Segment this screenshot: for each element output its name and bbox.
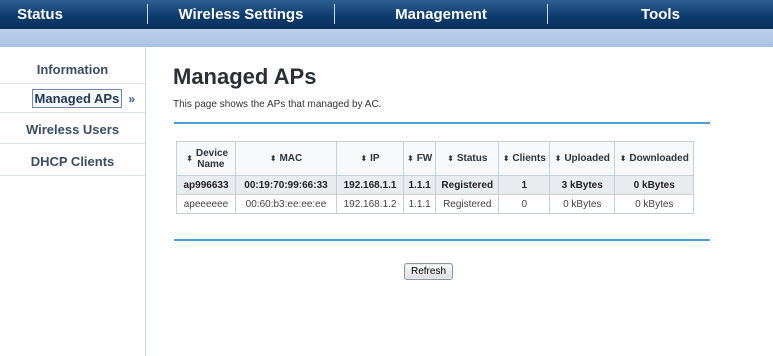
cell-device-name: apeeeeee [176, 194, 236, 214]
column-header-status[interactable]: ⬍ Status [435, 141, 500, 176]
sidebar-item-managed-aps[interactable]: Managed APs » [0, 85, 145, 113]
column-header-label: Device Name [195, 147, 229, 170]
section-divider [174, 239, 710, 241]
column-header-fw[interactable]: ⬍ FW [402, 141, 437, 176]
column-header-label: MAC [279, 153, 303, 164]
tab-management[interactable]: Management [335, 0, 547, 28]
sidebar-item-dhcp-clients[interactable]: DHCP Clients [0, 147, 145, 176]
column-header-device-name[interactable]: ⬍Device Name [176, 141, 236, 176]
cell-clients: 0 [498, 194, 551, 214]
tab-tools[interactable]: Tools [548, 0, 773, 28]
sidebar-item-information[interactable]: Information [0, 55, 145, 84]
cell-uploaded: 0 kBytes [549, 194, 616, 214]
page-title: Managed APs [173, 64, 317, 89]
column-header-ip[interactable]: ⬍ IP [336, 141, 404, 176]
cell-ip: 192.168.1.2 [336, 194, 404, 214]
cell-downloaded: 0 kBytes [614, 194, 695, 214]
sort-icon: ⬍ [502, 154, 510, 163]
sort-icon: ⬍ [619, 154, 627, 163]
sort-icon: ⬍ [554, 154, 562, 163]
column-header-downloaded[interactable]: ⬍ Downloaded [614, 141, 695, 176]
refresh-button[interactable]: Refresh [404, 263, 454, 280]
sort-icon: ⬍ [186, 154, 193, 164]
main-content: Managed APs This page shows the APs that… [146, 47, 773, 356]
sidebar-item-wireless-users[interactable]: Wireless Users [0, 115, 145, 144]
sort-icon: ⬍ [360, 154, 368, 163]
cell-fw: 1.1.1 [402, 194, 437, 214]
cell-clients: 1 [498, 175, 551, 195]
sidebar-item-label: DHCP Clients [30, 153, 115, 169]
top-navigation: Status Wireless Settings Management Tool… [0, 0, 773, 29]
sort-icon: ⬍ [407, 154, 414, 163]
column-header-mac[interactable]: ⬍ MAC [235, 141, 337, 176]
cell-downloaded: 0 kBytes [614, 175, 695, 195]
column-header-clients[interactable]: ⬍ Clients [498, 141, 551, 176]
cell-uploaded: 3 kBytes [549, 175, 616, 195]
sort-icon: ⬍ [269, 154, 277, 163]
column-header-uploaded[interactable]: ⬍ Uploaded [549, 141, 616, 176]
tab-status[interactable]: Status [0, 0, 80, 28]
column-header-label: Status [456, 153, 488, 164]
cell-mac: 00:60:b3:ee:ee:ee [235, 194, 337, 214]
sidebar-item-label: Information [36, 61, 109, 77]
cell-mac: 00:19:70:99:66:33 [235, 175, 337, 195]
section-divider [174, 122, 710, 124]
tab-wireless-settings[interactable]: Wireless Settings [148, 0, 334, 28]
column-header-label: Uploaded [564, 153, 610, 164]
double-chevron-right-icon: » [128, 91, 135, 106]
sidebar: Information Managed APs » Wireless Users… [0, 47, 146, 356]
table-row[interactable]: apeeeeee 00:60:b3:ee:ee:ee 192.168.1.2 1… [176, 194, 695, 214]
cell-status: Registered [435, 194, 500, 214]
sidebar-item-label: Wireless Users [25, 121, 120, 137]
page-description: This page shows the APs that managed by … [173, 99, 382, 110]
cell-ip: 192.168.1.1 [336, 175, 404, 195]
cell-status: Registered [435, 175, 500, 195]
managed-aps-table: ⬍Device Name ⬍ MAC ⬍ IP ⬍ FW ⬍ Status ⬍ Clien… [176, 141, 695, 214]
column-header-label: FW [416, 153, 433, 164]
column-header-label: Downloaded [629, 153, 689, 164]
cell-fw: 1.1.1 [402, 175, 437, 195]
subnav-strip [0, 29, 773, 47]
column-header-label: IP [370, 153, 380, 164]
table-row[interactable]: ap996633 00:19:70:99:66:33 192.168.1.1 1… [176, 175, 695, 195]
sort-icon: ⬍ [447, 154, 454, 163]
column-header-label: Clients [512, 153, 546, 164]
table-header-row: ⬍Device Name ⬍ MAC ⬍ IP ⬍ FW ⬍ Status ⬍ Clien… [176, 141, 695, 176]
cell-device-name: ap996633 [176, 175, 236, 195]
sidebar-item-label: Managed APs [31, 89, 123, 108]
